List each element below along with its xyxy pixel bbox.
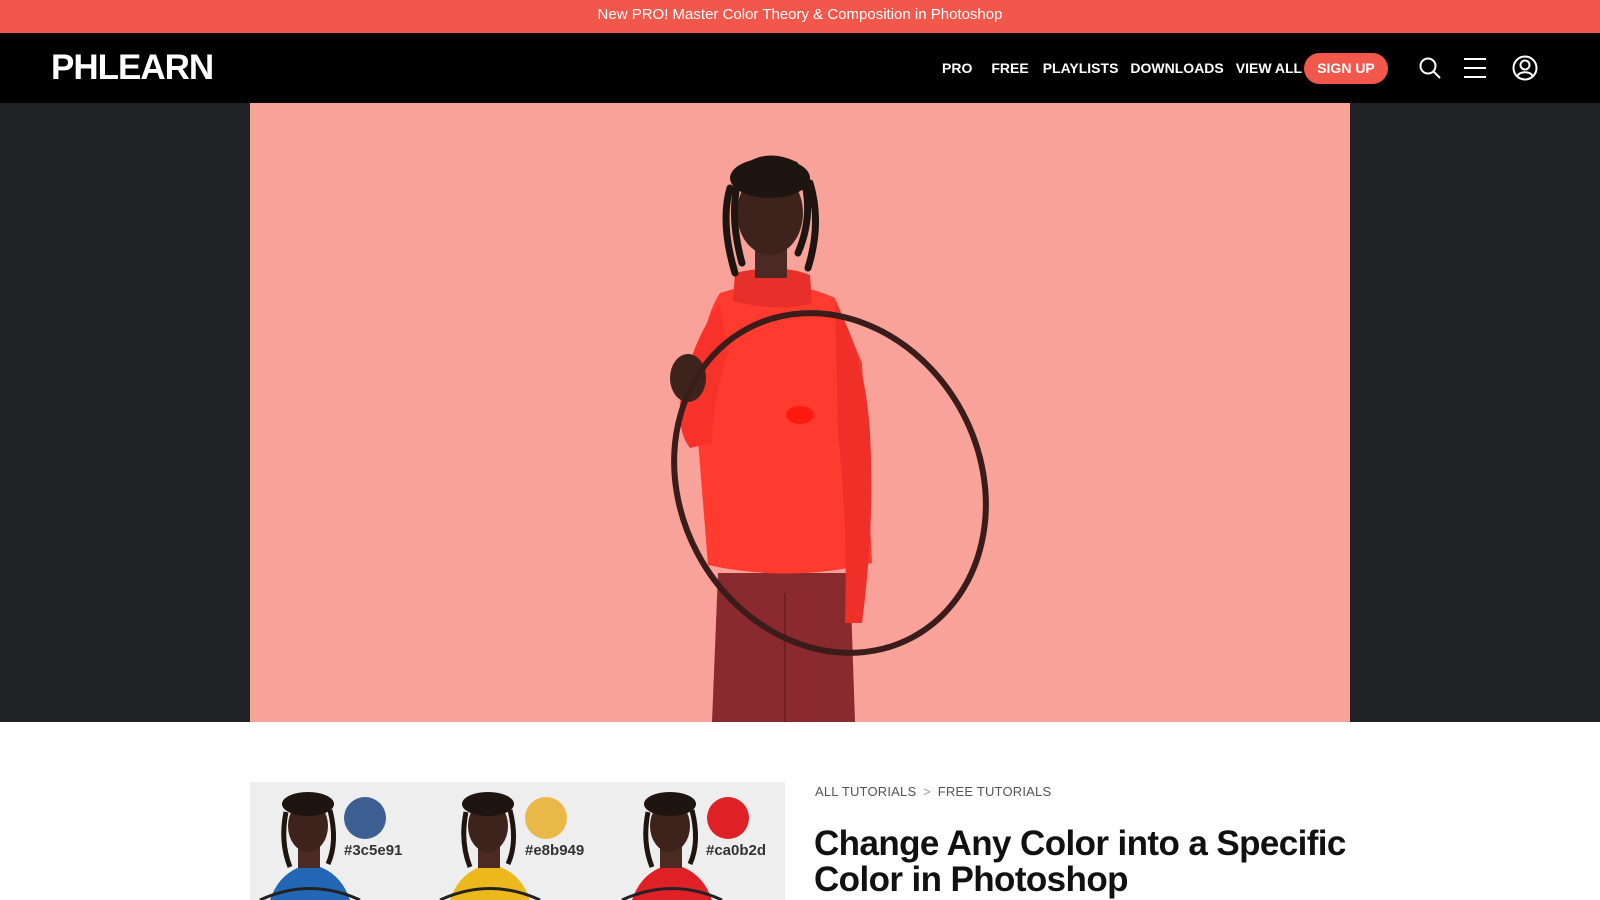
hex-label-blue: #3c5e91 (344, 842, 402, 859)
menu-icon (1464, 58, 1486, 78)
top-navigation: PHLEARN PRO FREE PLAYLISTS DOWNLOADS VIE… (0, 33, 1600, 103)
search-icon (1419, 57, 1441, 79)
search-button[interactable] (1415, 53, 1445, 83)
breadcrumb-all-tutorials[interactable]: ALL TUTORIALS (815, 784, 916, 799)
model-red (632, 792, 712, 900)
model-yellow (450, 792, 530, 900)
article-title: Change Any Color into a Specific Color i… (814, 824, 1346, 899)
promo-banner[interactable]: New PRO! Master Color Theory & Compositi… (0, 0, 1600, 33)
nav-link-pro[interactable]: PRO (942, 60, 972, 76)
menu-button[interactable] (1460, 53, 1490, 83)
model-blue (270, 792, 350, 900)
breadcrumb-free-tutorials[interactable]: FREE TUTORIALS (938, 784, 1052, 799)
color-swatch-comparison: #3c5e91 #e8b949 #ca0b2d (259, 792, 766, 900)
nav-links: PRO FREE PLAYLISTS DOWNLOADS VIEW ALL (942, 33, 1316, 103)
article-section: #3c5e91 #e8b949 #ca0b2d ALL TUTORIALS > … (250, 782, 1350, 900)
sign-up-button[interactable]: SIGN UP (1304, 53, 1388, 84)
promo-text[interactable]: New PRO! Master Color Theory & Compositi… (598, 6, 1003, 23)
nav-link-playlists[interactable]: PLAYLISTS (1043, 60, 1119, 76)
hero-image (250, 103, 1350, 722)
swatch-blue (344, 797, 386, 839)
nav-link-free[interactable]: FREE (991, 60, 1028, 76)
nav-link-view-all[interactable]: VIEW ALL (1236, 60, 1302, 76)
breadcrumb: ALL TUTORIALS > FREE TUTORIALS (815, 784, 1051, 799)
account-icon (1512, 55, 1538, 81)
tutorial-thumbnail[interactable]: #3c5e91 #e8b949 #ca0b2d (250, 782, 785, 900)
hex-label-yellow: #e8b949 (525, 842, 584, 859)
breadcrumb-separator: > (923, 784, 931, 799)
account-button[interactable] (1510, 53, 1540, 83)
hero-section (0, 103, 1600, 722)
model-with-hoop-illustration (670, 155, 989, 722)
swatch-red (707, 797, 749, 839)
swatch-yellow (525, 797, 567, 839)
nav-link-downloads[interactable]: DOWNLOADS (1130, 60, 1223, 76)
phlearn-logo[interactable]: PHLEARN (51, 50, 214, 86)
hex-label-red: #ca0b2d (706, 842, 766, 859)
